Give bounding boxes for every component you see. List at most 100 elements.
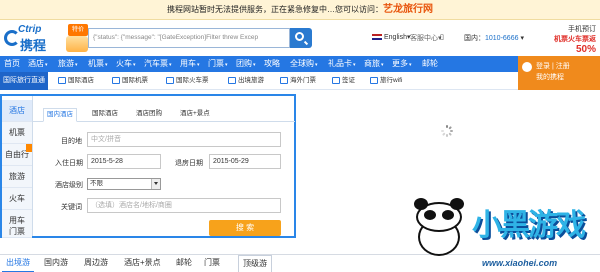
promo-badge[interactable]: 特价 [68,24,88,36]
vtab-freetour[interactable]: 自由行 [2,144,32,166]
nav-bus[interactable]: 汽车票▾ [144,56,172,72]
hotel-level-value: 不限 [90,180,103,187]
nav-hotel[interactable]: 酒店▾ [28,56,48,72]
nav-flight[interactable]: 机票▾ [88,56,108,72]
tab-hotel-groupbuy[interactable]: 酒店团购 [133,108,165,122]
hotel-level-label: 酒店级别 [55,182,83,189]
btab-hotel-scenic[interactable]: 酒店+景点 [120,255,165,272]
nav-guide[interactable]: 攻略 [264,56,280,72]
checkout-input[interactable]: 2015-05-29 [209,154,281,169]
login-box[interactable]: 登录 | 注册 我的携程 [518,56,600,90]
btab-cruise[interactable]: 邮轮 [172,255,196,272]
subnav-overseas-tickets[interactable]: 海外门票 [280,72,316,90]
search-input[interactable]: {"status": {"message": "[GateException]F… [88,28,290,48]
main-nav: 首页 酒店▾ 旅游▾ 机票▾ 火车▾ 汽车票▾ 用车▾ 门票▾ 团购▾ 攻略 全… [0,56,600,72]
subnav-intl-flight[interactable]: 国际机票 [112,72,148,90]
xiaohei-watermark: 小黑游戏 www.xiaohei.com [408,196,600,272]
plane-icon [112,76,120,84]
nav-home[interactable]: 首页 [4,56,20,72]
booking-vertical-tabs: 酒店 机票 自由行 旅游 火车 用车 [2,96,32,236]
hotel-search-button[interactable]: 搜 索 [209,220,281,236]
app-promo[interactable]: 手机预订 机票火车票返50% [536,24,596,55]
search-button[interactable] [290,28,312,48]
app-promo-title: 手机预订 [568,26,596,33]
keyword-input[interactable]: （选填）酒店名/地标/商圈 [87,198,281,213]
booking-panel: 酒店 机票 自由行 旅游 火车 用车 国内酒店 国际酒店 酒店团购 酒店+景点 … [0,94,296,238]
nav-train-label: 火车 [116,59,132,68]
vtab-travel[interactable]: 旅游 [2,166,32,188]
keyword-label: 关键词 [61,204,82,211]
nav-groupbuy[interactable]: 团购▾ [236,56,256,72]
checkin-label: 入住日期 [55,160,83,167]
btab-domestic[interactable]: 国内游 [40,255,72,272]
chevron-down-icon: ▾ [105,62,108,68]
vtab-hotel[interactable]: 酒店 [2,100,32,122]
nav-tickets[interactable]: 门票▾ [208,56,228,72]
chevron-down-icon: ▾ [253,62,256,68]
nav-train[interactable]: 火车▾ [116,56,136,72]
chevron-down-icon: ▾ [225,62,228,68]
nav-flight-label: 机票 [88,59,104,68]
tab-intl-hotel[interactable]: 国际酒店 [89,108,121,122]
nav-car[interactable]: 用车▾ [180,56,200,72]
chevron-down-icon: ▾ [381,62,384,68]
subnav-intl-hotel[interactable]: 国际酒店 [58,72,94,90]
nav-travel[interactable]: 旅游▾ [58,56,78,72]
hotel-level-select[interactable]: 不限 [87,178,161,190]
panda-mascot-icon [410,198,468,260]
nav-global-label: 全球购 [290,59,314,68]
subnav-outbound[interactable]: 出境旅游 [228,72,264,90]
btab-luxury[interactable]: 顶级游 [238,255,272,272]
site-header: Ctrip 携程 特价 {"status": {"message": "[Gat… [0,20,600,56]
nav-giftcard[interactable]: 礼品卡▾ [328,56,356,72]
nav-travel-label: 旅游 [58,59,74,68]
subnav-wifi-label: 旅行wifi [380,77,403,84]
destination-input[interactable]: 中文/拼音 [87,132,281,147]
nav-business[interactable]: 商旅▾ [364,56,384,72]
tab-domestic-hotel[interactable]: 国内酒店 [43,108,77,122]
btab-outbound[interactable]: 出境游 [2,255,34,272]
subnav-overseas-tickets-label: 海外门票 [290,77,316,84]
notice-banner: 携程网站暂时无法提供服务，正在紧急修复中…您可以访问：艺龙旅行网 [0,0,600,20]
subnav-visa[interactable]: 签证 [332,72,355,90]
chevron-down-icon: ▾ [315,62,318,68]
mobile-phone-icon[interactable]: ▯ [440,33,444,41]
nav-giftcard-label: 礼品卡 [328,59,352,68]
hotline[interactable]: 国内：1010-6666 ▾ [464,33,524,43]
visa-icon [332,76,340,84]
vtab-flight[interactable]: 机票 [2,122,32,144]
vtab-tickets[interactable]: 门票 [2,226,32,238]
search-icon [295,32,304,41]
chevron-down-icon: ▾ [197,62,200,68]
subnav-wifi[interactable]: 旅行wifi [370,72,402,90]
nav-global[interactable]: 全球购▾ [290,56,318,72]
wifi-icon [370,76,378,84]
btab-tickets[interactable]: 门票 [200,255,224,272]
my-ctrip-link[interactable]: 我的携程 [536,72,564,82]
app-promo-sub: 机票火车票返 [554,36,596,43]
chevron-down-icon: ▾ [133,62,136,68]
customer-service-link[interactable]: 客服中心▾ [410,33,442,43]
vtab-train[interactable]: 火车 [2,188,32,210]
language-selector[interactable]: English▾ [372,33,410,41]
nav-cruise[interactable]: 邮轮 [422,56,438,72]
login-register-link[interactable]: 登录 | 注册 [536,61,570,71]
nav-tickets-label: 门票 [208,59,224,68]
tab-hotel-scenic[interactable]: 酒店+景点 [177,108,213,122]
hotline-prefix: 国内： [464,35,485,42]
subnav-intl-flight-label: 国际机票 [122,77,148,84]
watermark-url: www.xiaohei.com [482,258,558,268]
watermark-brand: 小黑游戏 [472,209,586,242]
chevron-down-icon: ▾ [409,62,412,68]
chevron-down-icon [151,179,160,189]
elong-link[interactable]: 艺龙旅行网 [383,4,433,15]
nav-bus-label: 汽车票 [144,59,168,68]
ctrip-logo[interactable]: Ctrip 携程 [4,24,64,53]
nav-more-label: 更多 [392,59,408,68]
checkin-input[interactable]: 2015-5-28 [87,154,161,169]
ticket-icon [280,76,288,84]
promo-art-icon[interactable] [66,36,88,52]
subnav-intl-train[interactable]: 国际火车票 [166,72,209,90]
nav-more[interactable]: 更多▾ [392,56,412,72]
btab-nearby[interactable]: 周边游 [80,255,112,272]
